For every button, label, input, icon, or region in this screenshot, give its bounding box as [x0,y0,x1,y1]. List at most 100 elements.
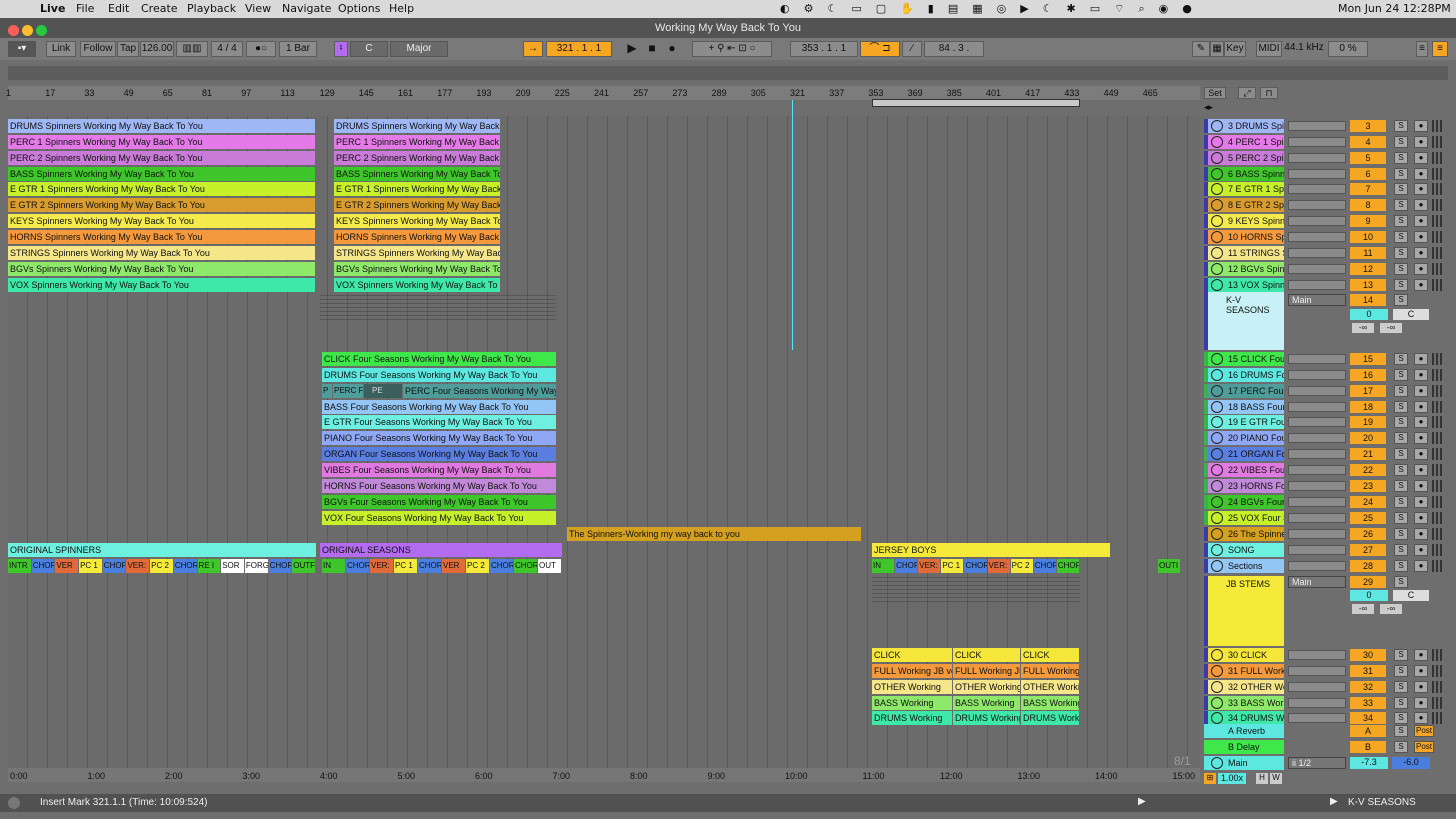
track-solo-button[interactable]: S [1394,230,1408,243]
group-jb-volume[interactable]: 0 [1350,590,1388,601]
group-header-jb[interactable]: JB STEMS [1204,576,1284,646]
loop-start-field[interactable]: 353 . 1 . 1 [790,41,858,57]
metronome-toggle-icon[interactable]: ●○ [246,41,276,57]
menu-create[interactable]: Create [141,2,178,15]
track-number[interactable]: 3 [1350,120,1386,132]
spinner-clip[interactable]: BGVs Spinners Working My Way Back To You [8,261,315,276]
jb-clip[interactable]: OTHER Working [953,679,1020,694]
section-marker[interactable]: VER: [918,559,941,573]
spinner-clip-2[interactable]: BGVs Spinners Working My Way Back To You [334,261,500,276]
track-number[interactable]: 20 [1350,432,1386,445]
arrangement-overview[interactable] [8,66,1448,80]
song-clip[interactable]: JERSEY BOYS [872,543,1110,557]
spinner-clip-2[interactable]: E GTR 1 Spinners Working My Way Back To … [334,182,500,197]
seasons-clip[interactable]: PIANO Four Seasons Working My Way Back T… [322,431,556,446]
spinner-clip[interactable]: DRUMS Spinners Working My Way Back To Yo… [8,119,315,133]
menu-app[interactable]: Live [40,2,65,15]
track-number[interactable]: 22 [1350,463,1386,476]
expand-icon[interactable]: ⤢ [1238,87,1256,99]
jb-clip[interactable]: CLICK [1021,648,1079,662]
song-clip[interactable]: ORIGINAL SEASONS [320,543,562,557]
zoom-field[interactable]: 1.00x [1218,773,1246,784]
section-marker[interactable]: PC 2 [466,559,489,573]
track-header[interactable]: 31 FULL Work [1204,663,1284,678]
info-icon[interactable] [8,797,20,809]
track-play-icon[interactable] [1211,246,1223,259]
main-volume[interactable]: -7.3 [1350,757,1388,769]
menu-view[interactable]: View [245,2,271,15]
track-header[interactable]: 19 E GTR Four [1204,415,1284,430]
track-arm-icon[interactable]: ● [1414,262,1428,275]
track-solo-button[interactable]: S [1394,353,1408,365]
track-number[interactable]: 33 [1350,696,1386,709]
track-solo-button[interactable]: S [1394,664,1408,677]
track-play-icon[interactable] [1211,544,1223,556]
track-play-icon[interactable] [1211,199,1223,212]
automation-icon[interactable]: ⊞ [1204,773,1216,784]
jb-clip[interactable]: CLICK [872,648,952,662]
track-volume-fader[interactable] [1288,401,1346,412]
follow-playhead-icon[interactable]: → [523,41,543,57]
track-arm-icon[interactable]: ● [1414,416,1428,429]
track-number[interactable]: 17 [1350,384,1386,397]
track-play-icon[interactable] [1211,183,1223,196]
track-volume-fader[interactable] [1288,449,1346,460]
section-marker[interactable]: OUT [538,559,561,573]
spinner-clip-2[interactable]: VOX Spinners Working My Way Back To You [334,277,500,292]
track-solo-button[interactable]: S [1394,120,1408,132]
track-volume-fader[interactable] [1288,529,1346,539]
group-kv-pan[interactable]: C [1393,309,1429,320]
track-solo-button[interactable]: S [1394,368,1408,381]
track-arm-icon[interactable]: ● [1414,448,1428,461]
zoom-icon[interactable] [36,25,47,36]
track-solo-button[interactable]: S [1394,649,1408,661]
jb-clip[interactable]: OTHER Workin [1021,679,1079,694]
track-number[interactable]: 11 [1350,246,1386,259]
track-play-icon[interactable] [1211,135,1223,148]
section-marker[interactable]: CHORI [102,559,126,573]
track-solo-button[interactable]: S [1394,560,1408,572]
track-number[interactable]: 30 [1350,649,1386,661]
jb-clip[interactable]: DRUMS Working [872,711,952,726]
prev-locator-icon[interactable]: ◂▸ [1204,102,1213,113]
spinner-clip-2[interactable]: KEYS Spinners Working My Way Back To You [334,214,500,229]
minimize-icon[interactable] [22,25,33,36]
track-number[interactable]: 4 [1350,135,1386,148]
jb-clip[interactable]: FULL Working [1021,663,1079,678]
loop-brace[interactable] [872,99,1080,107]
return-solo-button[interactable]: S [1394,740,1408,753]
main-volume-2[interactable]: -6.0 [1392,757,1430,769]
track-play-icon[interactable] [1211,400,1223,413]
status-detail-icon[interactable]: ▶ [1330,796,1338,807]
track-arm-icon[interactable]: ● [1414,230,1428,243]
seasons-clip[interactable]: HORNS Four Seasons Working My Way Back T… [322,478,556,493]
seasons-clip[interactable]: BGVs Four Seasons Working My Way Back To… [322,494,556,509]
track-volume-fader[interactable] [1288,121,1346,131]
track-volume-fader[interactable] [1288,545,1346,555]
section-marker[interactable]: FORGI [244,559,268,573]
set-locator-button[interactable]: Set [1204,87,1226,99]
track-volume-fader[interactable] [1288,136,1346,147]
stop-icon[interactable]: ■ [644,41,660,57]
track-volume-fader[interactable] [1288,512,1346,523]
track-number[interactable]: 13 [1350,278,1386,291]
jb-clip[interactable]: BASS Working [1021,695,1079,710]
spinner-clip-2[interactable]: PERC 1 Spinners Working My Way Back To Y… [334,134,500,149]
track-play-icon[interactable] [1211,151,1223,164]
track-volume-fader[interactable] [1288,697,1346,708]
track-solo-button[interactable]: S [1394,528,1408,540]
track-solo-button[interactable]: S [1394,432,1408,445]
track-play-icon[interactable] [1211,696,1223,709]
track-number[interactable]: 32 [1350,680,1386,693]
group-kv-volume[interactable]: 0 [1350,309,1388,320]
track-header[interactable]: 18 BASS Four [1204,399,1284,414]
section-marker[interactable]: PC 2 [1010,559,1033,573]
section-marker[interactable]: RE I [197,559,221,573]
time-signature-field[interactable]: 4 / 4 [211,41,243,57]
track-header[interactable]: 6 BASS Spinn [1204,166,1284,181]
section-marker[interactable]: VER [442,559,465,573]
track-header[interactable]: 23 HORNS Fo [1204,478,1284,493]
spinner-clip[interactable]: E GTR 2 Spinners Working My Way Back To … [8,198,315,213]
track-arm-icon[interactable]: ● [1414,432,1428,445]
key-select[interactable]: C [350,41,388,57]
